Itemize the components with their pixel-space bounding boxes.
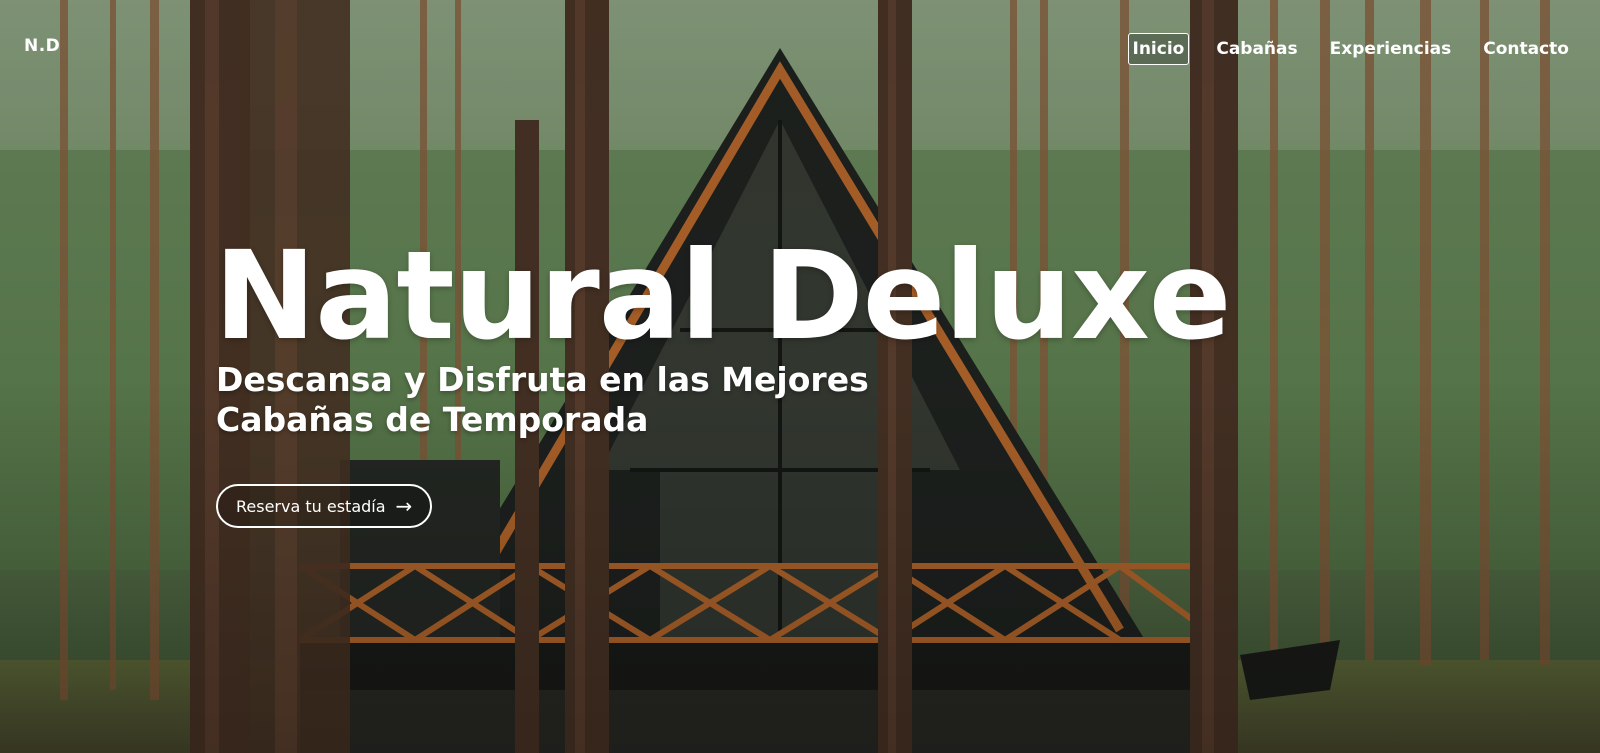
brand-logo[interactable]: N.D [24, 36, 60, 56]
top-navbar: N.D Inicio Cabañas Experiencias Contacto [0, 0, 1600, 96]
nav-item-experiencias[interactable]: Experiencias [1325, 33, 1457, 65]
nav-item-cabanas[interactable]: Cabañas [1211, 33, 1302, 65]
nav-menu: Inicio Cabañas Experiencias Contacto [1127, 33, 1575, 65]
nav-item-inicio[interactable]: Inicio [1127, 33, 1190, 65]
arrow-right-icon: → [395, 494, 413, 518]
hero-title: Natural Deluxe [214, 225, 1232, 367]
hero-section: N.D Inicio Cabañas Experiencias Contacto… [0, 0, 1600, 753]
reserve-stay-label: Reserva tu estadía [236, 496, 386, 516]
nav-item-contacto[interactable]: Contacto [1478, 33, 1574, 65]
reserve-stay-button[interactable]: Reserva tu estadía → [216, 484, 433, 528]
hero-subtitle: Descansa y Disfruta en las Mejores Cabañ… [216, 360, 869, 439]
